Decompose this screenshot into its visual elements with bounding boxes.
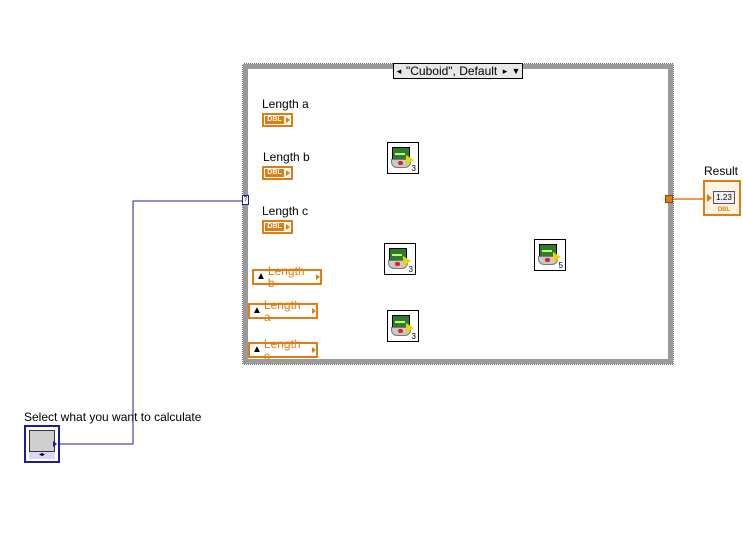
dot-icon xyxy=(398,161,403,165)
sum-subvi-icon[interactable]: 5 xyxy=(534,239,566,271)
dbl-badge: DBL xyxy=(265,169,284,177)
subvi-number: 3 xyxy=(408,265,413,274)
length-a-terminal[interactable]: DBL xyxy=(262,113,293,127)
output-arrow-icon xyxy=(312,308,316,314)
numeric-display: 1.23 xyxy=(713,191,735,204)
selector-control-label: Select what you want to calculate xyxy=(24,410,202,424)
case-next-arrow[interactable]: ▸ xyxy=(500,64,510,78)
dot-icon xyxy=(398,329,403,333)
multiply-subvi-icon[interactable]: 3 xyxy=(384,243,416,275)
length-c-label: Length c xyxy=(262,204,309,218)
local-variable-icon: ▲ xyxy=(252,305,262,316)
case-selector-terminal[interactable]: ? xyxy=(242,195,249,205)
dot-icon xyxy=(395,262,400,266)
case-selector[interactable]: ◂ "Cuboid", Default ▸ ▼ xyxy=(393,63,523,79)
enum-control[interactable]: ◂▸ xyxy=(24,425,60,463)
dbl-badge: DBL xyxy=(717,207,731,213)
length-a-label: Length a xyxy=(262,97,309,111)
result-indicator[interactable]: 1.23 DBL xyxy=(703,180,741,216)
local-var-label: Length a xyxy=(263,298,301,324)
local-var-label: Length b xyxy=(267,264,305,290)
multiply-subvi-icon[interactable]: 3 xyxy=(387,310,419,342)
output-tunnel[interactable] xyxy=(665,195,673,203)
case-dropdown-arrow[interactable]: ▼ xyxy=(510,64,522,78)
enum-arrows-icon[interactable]: ◂▸ xyxy=(29,452,55,459)
output-arrow-icon xyxy=(286,117,290,123)
output-arrow-icon xyxy=(53,441,57,447)
case-selector-label: "Cuboid", Default xyxy=(406,64,498,78)
case-prev-arrow[interactable]: ◂ xyxy=(394,64,404,78)
local-variable-icon: ▲ xyxy=(252,344,262,355)
local-variable-icon: ▲ xyxy=(256,271,266,282)
result-label: Result xyxy=(704,164,739,178)
multiply-subvi-icon[interactable]: 3 xyxy=(387,142,419,174)
local-var-length-a[interactable]: ▲ Length a xyxy=(248,299,318,323)
subvi-number: 3 xyxy=(411,164,416,173)
subvi-number: 5 xyxy=(558,261,563,270)
subvi-number: 3 xyxy=(411,332,416,341)
enum-wire[interactable] xyxy=(60,200,242,445)
local-var-label: Length c xyxy=(263,337,301,363)
output-arrow-icon xyxy=(286,170,290,176)
length-c-terminal[interactable]: DBL xyxy=(262,220,293,234)
dbl-badge: DBL xyxy=(265,223,284,231)
dbl-badge: DBL xyxy=(265,116,284,124)
enum-face-icon xyxy=(29,430,55,452)
output-arrow-icon xyxy=(316,274,320,280)
length-b-terminal[interactable]: DBL xyxy=(262,166,293,180)
output-arrow-icon xyxy=(286,224,290,230)
length-b-label: Length b xyxy=(263,150,310,164)
local-var-length-b[interactable]: ▲ Length b xyxy=(252,265,322,289)
output-arrow-icon xyxy=(312,347,316,353)
dot-icon xyxy=(545,258,550,262)
input-arrow-icon xyxy=(707,194,712,202)
local-var-length-c[interactable]: ▲ Length c xyxy=(248,338,318,362)
